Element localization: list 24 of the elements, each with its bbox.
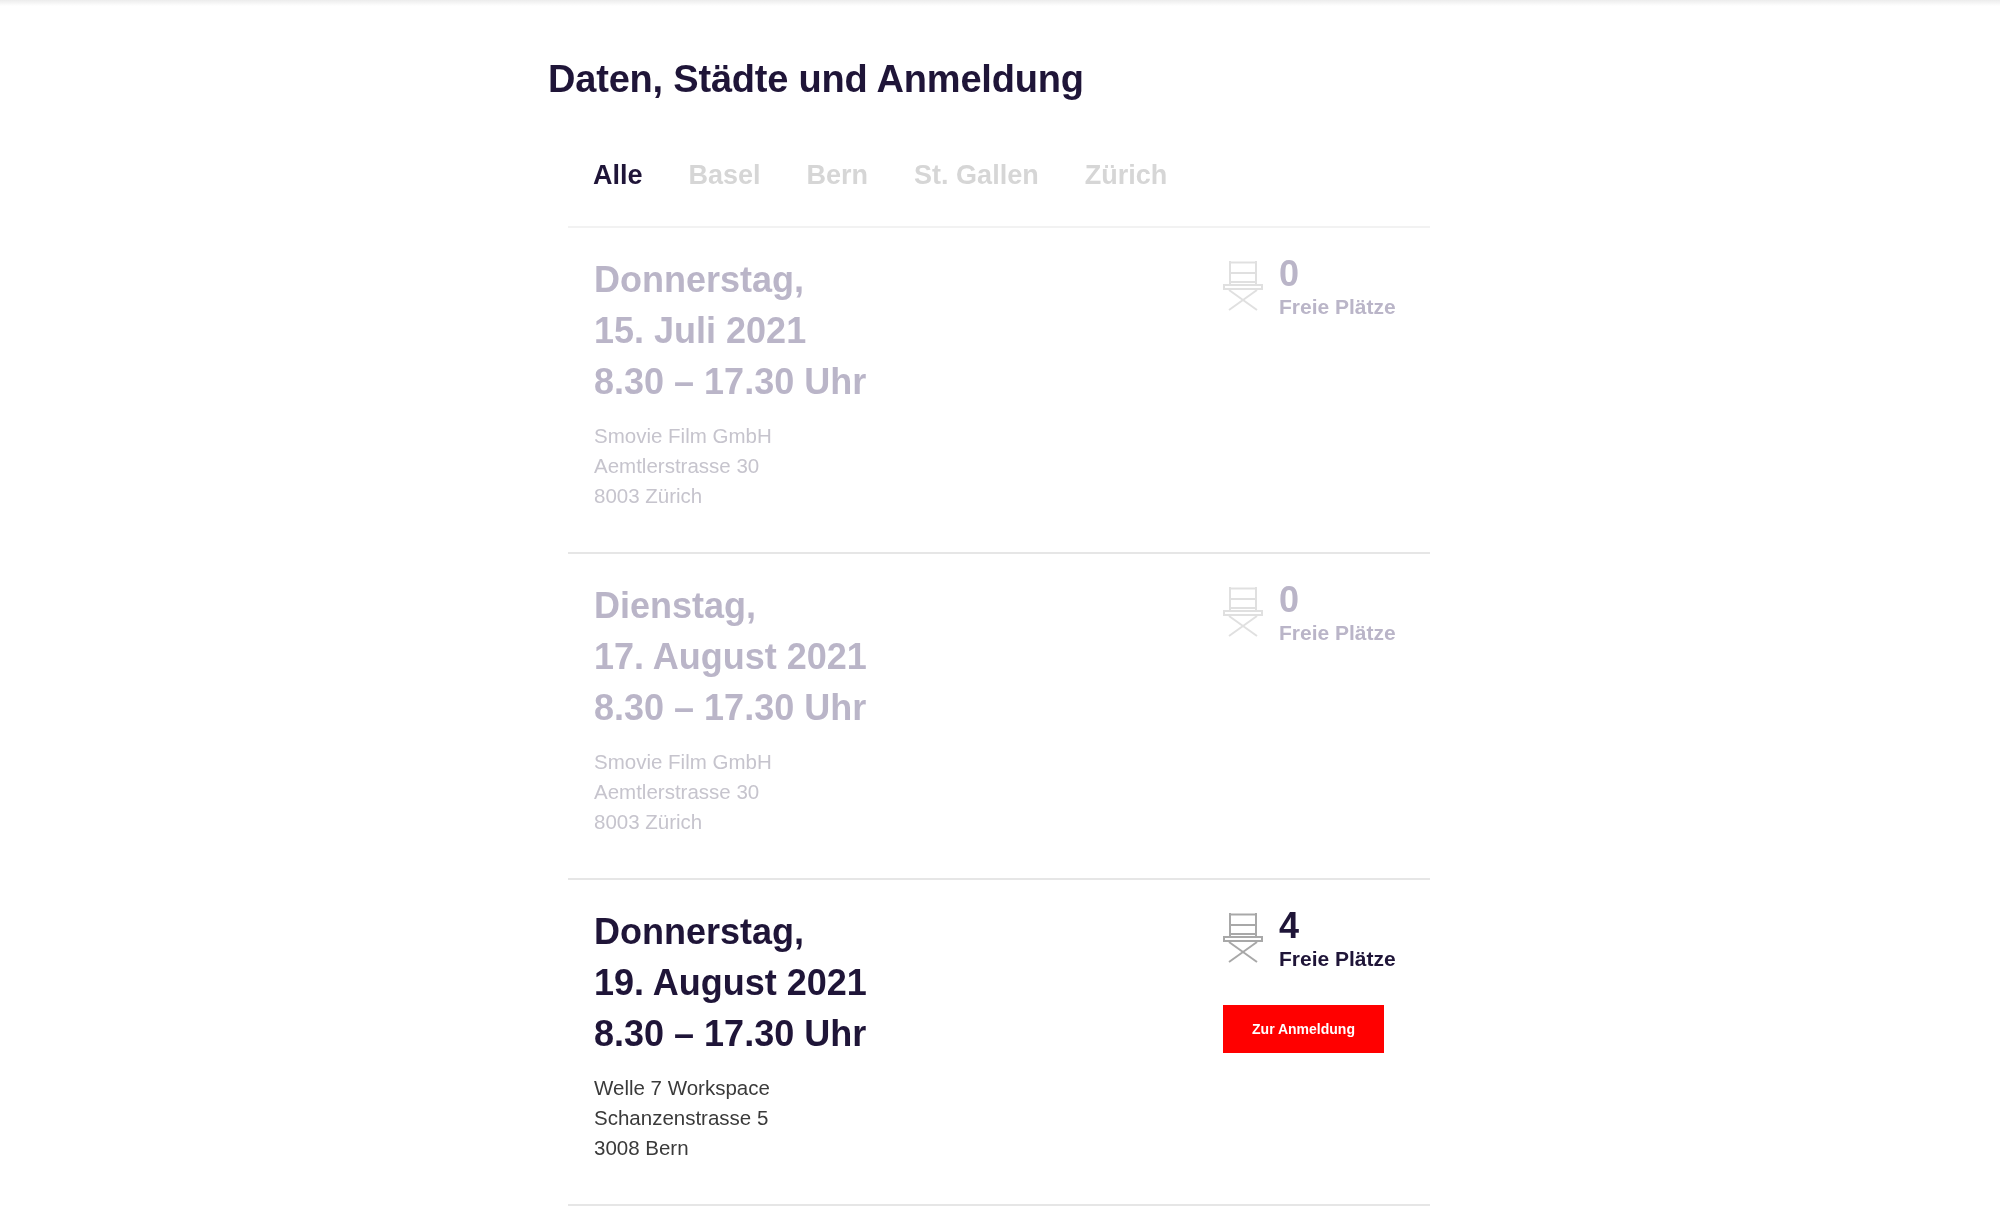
event-time: 8.30 – 17.30 Uhr [594, 1012, 867, 1056]
seat-count: 0 [1279, 580, 1301, 620]
event-date: 19. August 2021 [594, 961, 867, 1005]
venue-address: Welle 7 Workspace Schanzenstrasse 5 3008 Bern [594, 1075, 771, 1161]
venue-address: Smovie Film GmbH Aemtlerstrasse 30 8003 Zürich [594, 749, 773, 835]
seat-count: 4 [1279, 906, 1301, 946]
venue-address: Smovie Film GmbH Aemtlerstrasse 30 8003 Zürich [594, 423, 773, 509]
event-day: Donnerstag, [594, 254, 867, 305]
seat-count: 0 [1279, 254, 1301, 294]
event-date: 15. Juli 2021 [594, 309, 808, 353]
director-chair-icon [1223, 261, 1263, 312]
event-date: 17. August 2021 [594, 635, 867, 679]
register-button[interactable]: Zur Anmeldung [1223, 1005, 1384, 1053]
event-day: Dienstag, [594, 580, 867, 631]
section-title: Daten, Städte und Anmeldung [548, 57, 1085, 102]
seat-label: Freie Plätze [1279, 946, 1396, 972]
city-tab[interactable]: Alle [593, 158, 643, 192]
event-day: Donnerstag, [594, 906, 867, 957]
event-time: 8.30 – 17.30 Uhr [594, 686, 867, 730]
director-chair-icon [1223, 587, 1263, 638]
event-time: 8.30 – 17.30 Uhr [594, 360, 867, 404]
seat-label: Freie Plätze [1279, 620, 1396, 646]
seat-label: Freie Plätze [1279, 294, 1396, 320]
director-chair-icon [1223, 913, 1263, 964]
